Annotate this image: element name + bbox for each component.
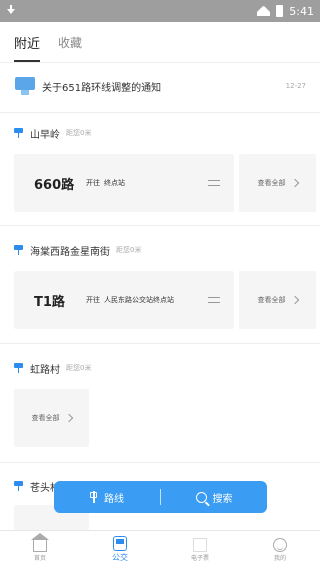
route-number: T1路 <box>34 294 65 310</box>
battery-icon <box>276 5 284 17</box>
stop-header[interactable]: 山早岭 距您0米 <box>14 124 91 142</box>
swap-direction-icon[interactable] <box>208 178 220 188</box>
route-card[interactable]: T1路 开往 人民东路公交站终点站 <box>14 271 234 329</box>
wifi-icon <box>257 6 270 16</box>
divider <box>0 225 320 226</box>
route-destination: 人民东路公交站终点站 <box>104 296 174 304</box>
bus-stop-icon <box>14 363 23 373</box>
home-icon <box>31 532 49 552</box>
notice-title: 关于651路环线调整的通知 <box>42 82 162 94</box>
search-button[interactable]: 搜索 <box>161 490 267 505</box>
tab-nearby[interactable]: 附近 <box>14 22 41 62</box>
bus-stop-icon <box>14 128 23 138</box>
view-all-label: 查看全部 <box>257 179 286 187</box>
stop-distance: 距您0米 <box>66 129 92 137</box>
ticket-icon <box>193 537 207 552</box>
view-all-button[interactable]: 查看全部 <box>14 389 89 447</box>
view-all-label: 查看全部 <box>257 296 286 304</box>
view-all-label: 查看全部 <box>31 414 60 422</box>
status-time: 5:41 <box>289 4 314 18</box>
stop-name: 海棠西路金星南街 <box>30 246 110 258</box>
nav-label: 公交 <box>112 553 128 562</box>
notice-date: 12-27 <box>285 82 306 90</box>
status-bar: 5:41 <box>0 0 320 22</box>
chevron-right-icon <box>290 295 299 305</box>
divider <box>0 343 320 344</box>
stop-name: 山早岭 <box>30 129 60 141</box>
view-all-button[interactable]: 查看全部 <box>239 154 316 212</box>
chevron-right-icon <box>290 178 299 188</box>
nav-home[interactable]: 首页 <box>0 531 80 568</box>
route-card[interactable]: 660路 开往 终点站 <box>14 154 234 212</box>
route-icon <box>90 491 98 503</box>
stop-header[interactable]: 虹路村 距您0米 <box>14 359 91 377</box>
divider <box>0 112 320 113</box>
top-tabs: 附近 收藏 <box>0 22 320 62</box>
nav-eticket[interactable]: 电子票 <box>160 531 240 568</box>
nav-me[interactable]: 我的 <box>240 531 320 568</box>
stop-distance: 距您0米 <box>66 364 92 372</box>
swap-direction-icon[interactable] <box>208 295 220 305</box>
download-icon <box>6 5 16 17</box>
stop-name: 虹路村 <box>30 364 60 376</box>
route-button[interactable]: 路线 <box>54 490 160 505</box>
route-number: 660路 <box>34 177 75 193</box>
nav-bus[interactable]: 公交 <box>80 531 160 568</box>
bottom-navigation: 首页 公交 电子票 我的 <box>0 530 320 568</box>
nav-label: 我的 <box>273 554 286 562</box>
route-destination: 终点站 <box>104 179 125 187</box>
nav-label: 首页 <box>33 554 46 562</box>
view-all-button[interactable]: 查看全部 <box>239 271 316 329</box>
stop-distance: 距您0米 <box>116 246 142 254</box>
bus-stop-icon <box>14 245 23 255</box>
notice-icon <box>14 75 36 97</box>
notice-item[interactable]: 关于651路环线调整的通知 12-27 <box>14 72 306 100</box>
route-button-label: 路线 <box>104 493 124 505</box>
divider <box>0 62 320 63</box>
bus-icon <box>113 536 127 551</box>
floating-action-bar: 路线 搜索 <box>54 481 267 513</box>
search-icon <box>195 491 207 503</box>
search-button-label: 搜索 <box>212 493 233 505</box>
stop-header[interactable]: 海棠西路金星南街 距您0米 <box>14 241 141 259</box>
divider <box>0 462 320 463</box>
user-icon <box>273 537 287 552</box>
chevron-right-icon <box>64 413 73 423</box>
nav-label: 电子票 <box>190 554 209 562</box>
tab-favorites[interactable]: 收藏 <box>58 22 82 62</box>
route-direction: 开往 <box>86 296 100 304</box>
bus-stop-icon <box>14 481 23 491</box>
route-direction: 开往 <box>86 179 100 187</box>
